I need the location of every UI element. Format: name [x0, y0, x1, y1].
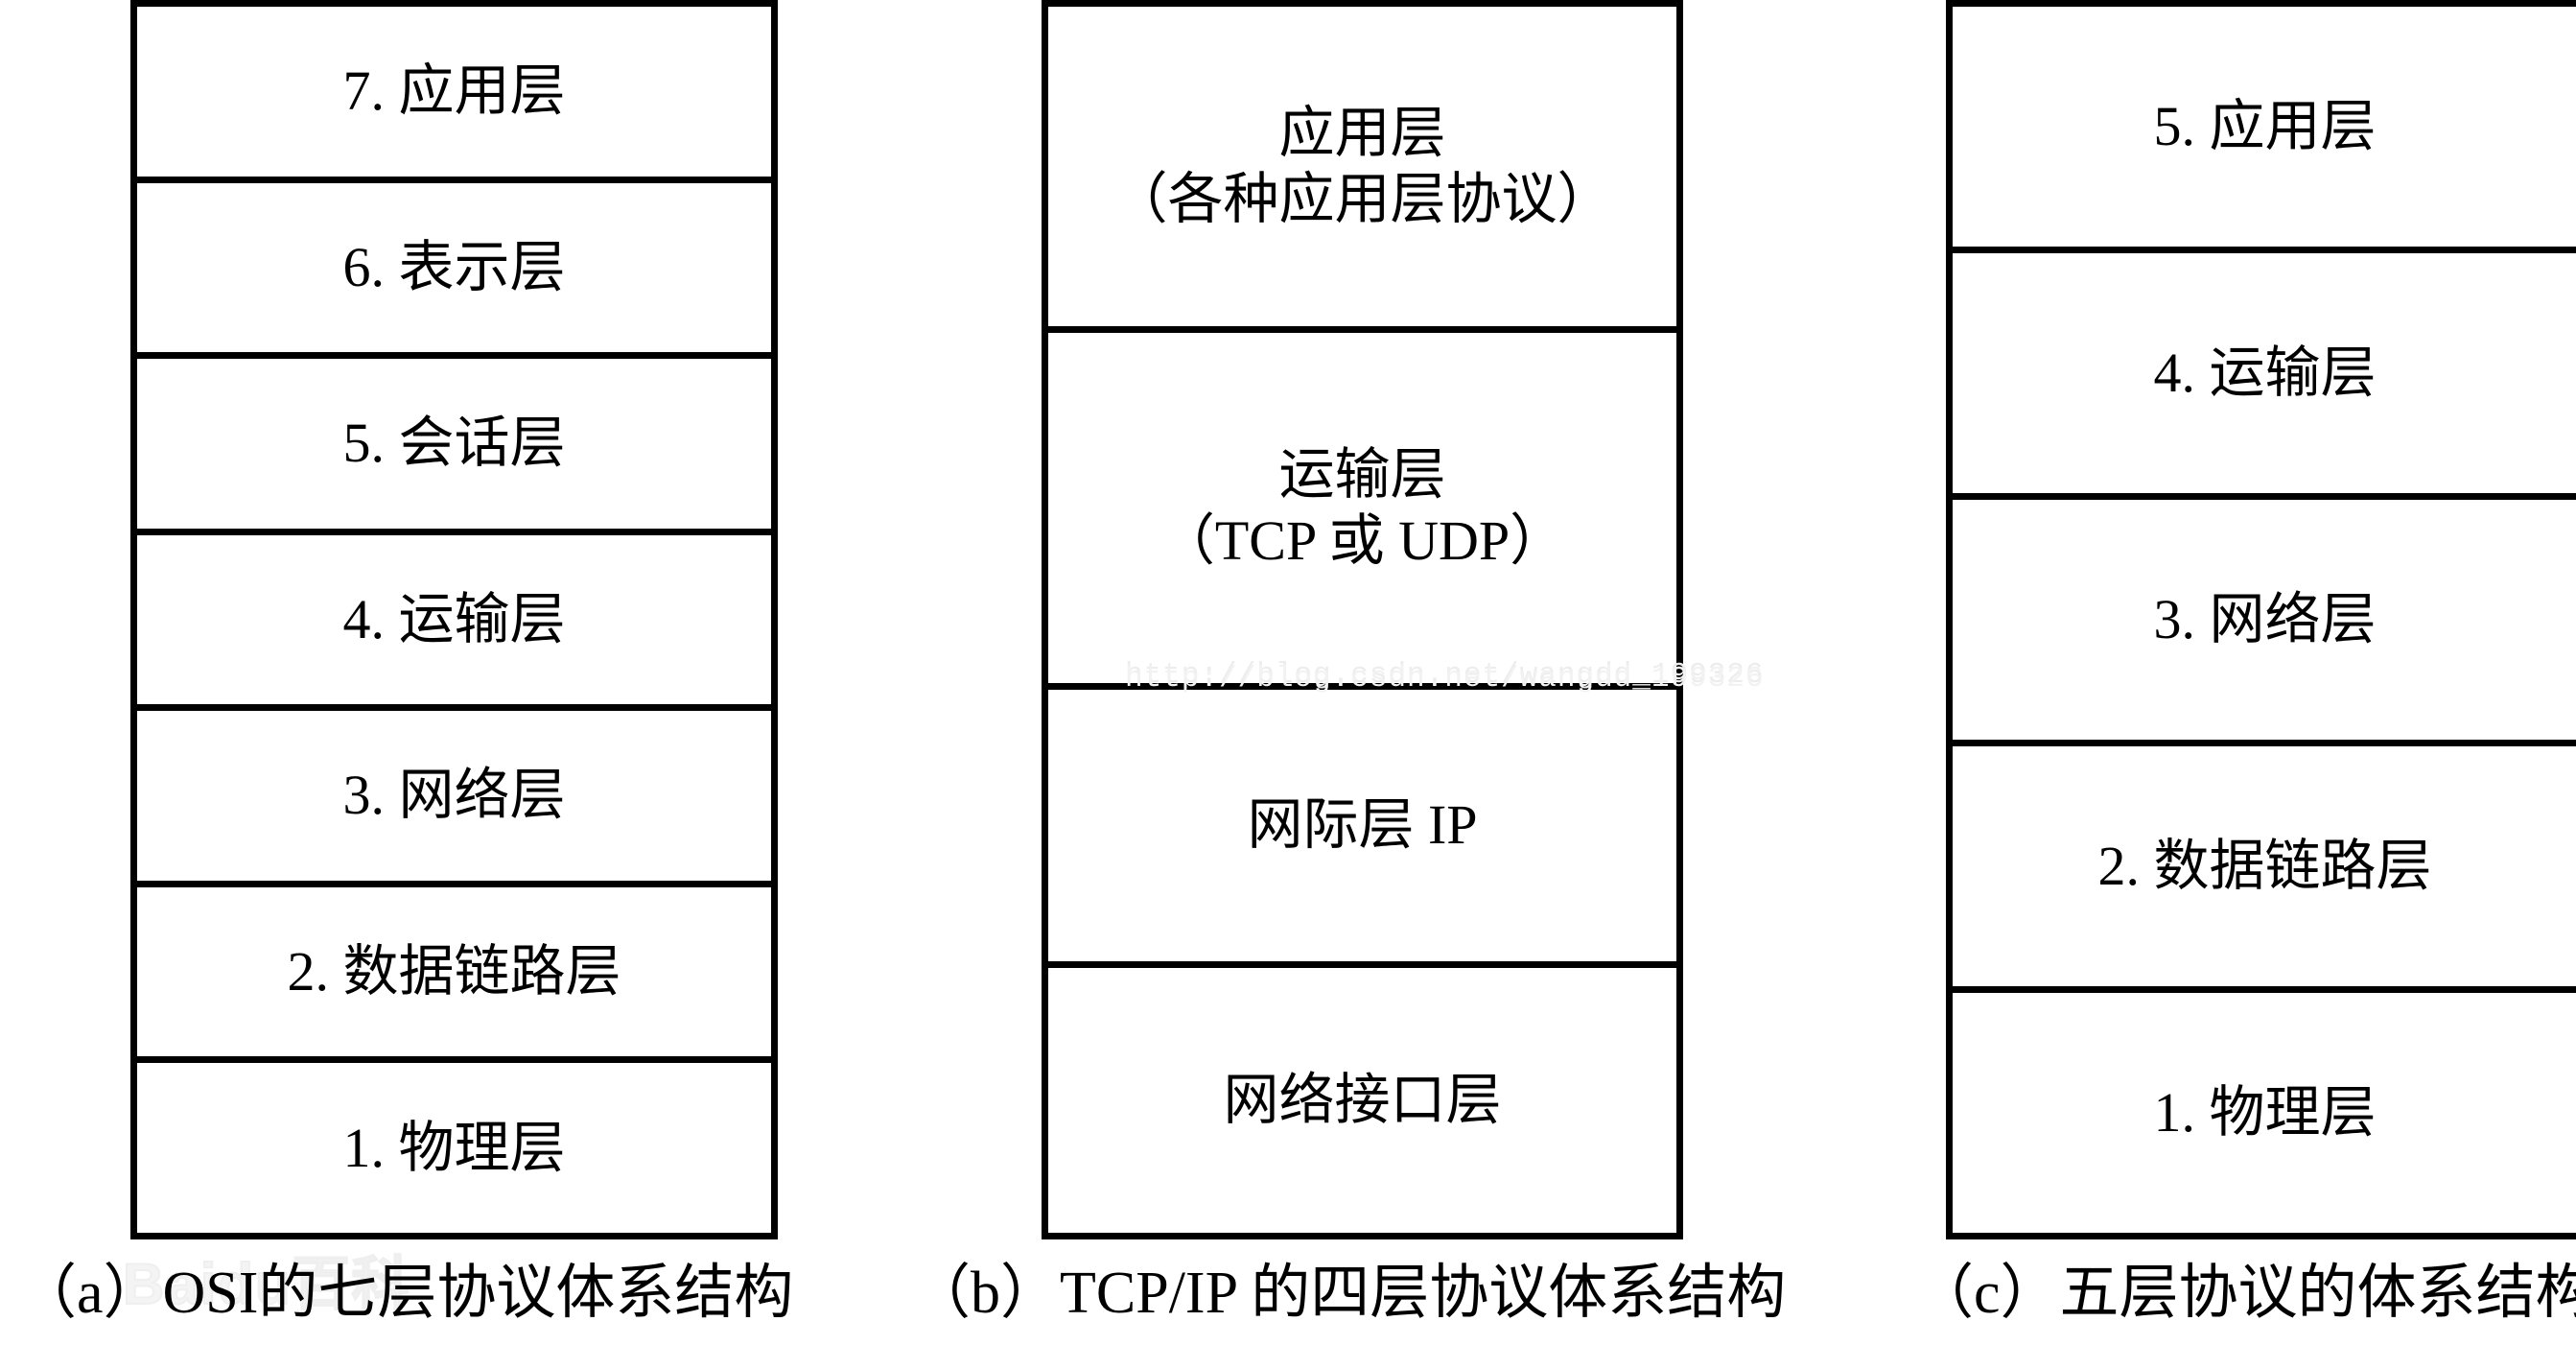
layer-label: 3. 网络层: [342, 764, 566, 827]
layer-label: 应用层: [1278, 102, 1446, 165]
layer-label: 网际层 IP: [1247, 793, 1478, 857]
layer-label: 5. 应用层: [2153, 94, 2377, 157]
layer-sublabel: （TCP 或 UDP）: [1159, 508, 1566, 572]
layer-box-osi-4: 4. 运输层: [137, 535, 771, 712]
layer-box-tcpip-network-interface: 网络接口层: [1048, 968, 1676, 1233]
layer-label: 2. 数据链路层: [287, 939, 621, 1003]
layer-label: 6. 表示层: [342, 235, 566, 298]
layer-box-osi-3: 3. 网络层: [137, 711, 771, 887]
layer-label: 5. 会话层: [342, 412, 566, 475]
layer-label: 1. 物理层: [342, 1116, 566, 1179]
layer-box-five-3: 3. 网络层: [1953, 500, 2576, 746]
layer-sublabel: （各种应用层协议）: [1112, 167, 1613, 230]
layer-box-tcpip-internet: 网际层 IP: [1048, 690, 1676, 968]
layer-box-osi-1: 1. 物理层: [137, 1063, 771, 1233]
layer-label: 2. 数据链路层: [2097, 834, 2432, 897]
layer-label: 7. 应用层: [342, 59, 566, 123]
tcpip-layer-stack: 应用层 （各种应用层协议） 运输层 （TCP 或 UDP） 网际层 IP 网络接…: [1042, 0, 1683, 1239]
layer-box-osi-6: 6. 表示层: [137, 183, 771, 360]
layer-box-five-1: 1. 物理层: [1953, 993, 2576, 1233]
layer-box-osi-5: 5. 会话层: [137, 359, 771, 535]
layer-label: 网络接口层: [1223, 1068, 1502, 1131]
layer-label: 4. 运输层: [2153, 341, 2377, 404]
layer-label: 1. 物理层: [2153, 1080, 2377, 1144]
caption-osi: （a）OSI的七层协议体系结构: [17, 1261, 794, 1326]
layer-box-five-5: 5. 应用层: [1953, 7, 2576, 253]
five-layer-stack: 5. 应用层 4. 运输层 3. 网络层 2. 数据链路层 1. 物理层: [1946, 0, 2576, 1239]
layer-box-tcpip-transport: 运输层 （TCP 或 UDP）: [1048, 333, 1676, 690]
caption-row: （a）OSI的七层协议体系结构 （b）TCP/IP 的四层协议体系结构 （c）五…: [0, 1247, 2576, 1345]
caption-five-layer: （c）五层协议的体系结构: [1914, 1261, 2576, 1326]
caption-tcpip: （b）TCP/IP 的四层协议体系结构: [911, 1261, 1787, 1326]
layer-box-five-2: 2. 数据链路层: [1953, 746, 2576, 993]
layer-label: 运输层: [1278, 443, 1446, 507]
layer-box-osi-2: 2. 数据链路层: [137, 887, 771, 1064]
osi-layer-stack: 7. 应用层 6. 表示层 5. 会话层 4. 运输层 3. 网络层 2. 数据…: [130, 0, 778, 1239]
layer-label: 3. 网络层: [2153, 587, 2377, 650]
layer-box-five-4: 4. 运输层: [1953, 253, 2576, 500]
layer-box-tcpip-application: 应用层 （各种应用层协议）: [1048, 7, 1676, 333]
protocol-architecture-diagram: 7. 应用层 6. 表示层 5. 会话层 4. 运输层 3. 网络层 2. 数据…: [0, 0, 2576, 1345]
layer-label: 4. 运输层: [342, 587, 566, 650]
layer-box-osi-7: 7. 应用层: [137, 7, 771, 183]
